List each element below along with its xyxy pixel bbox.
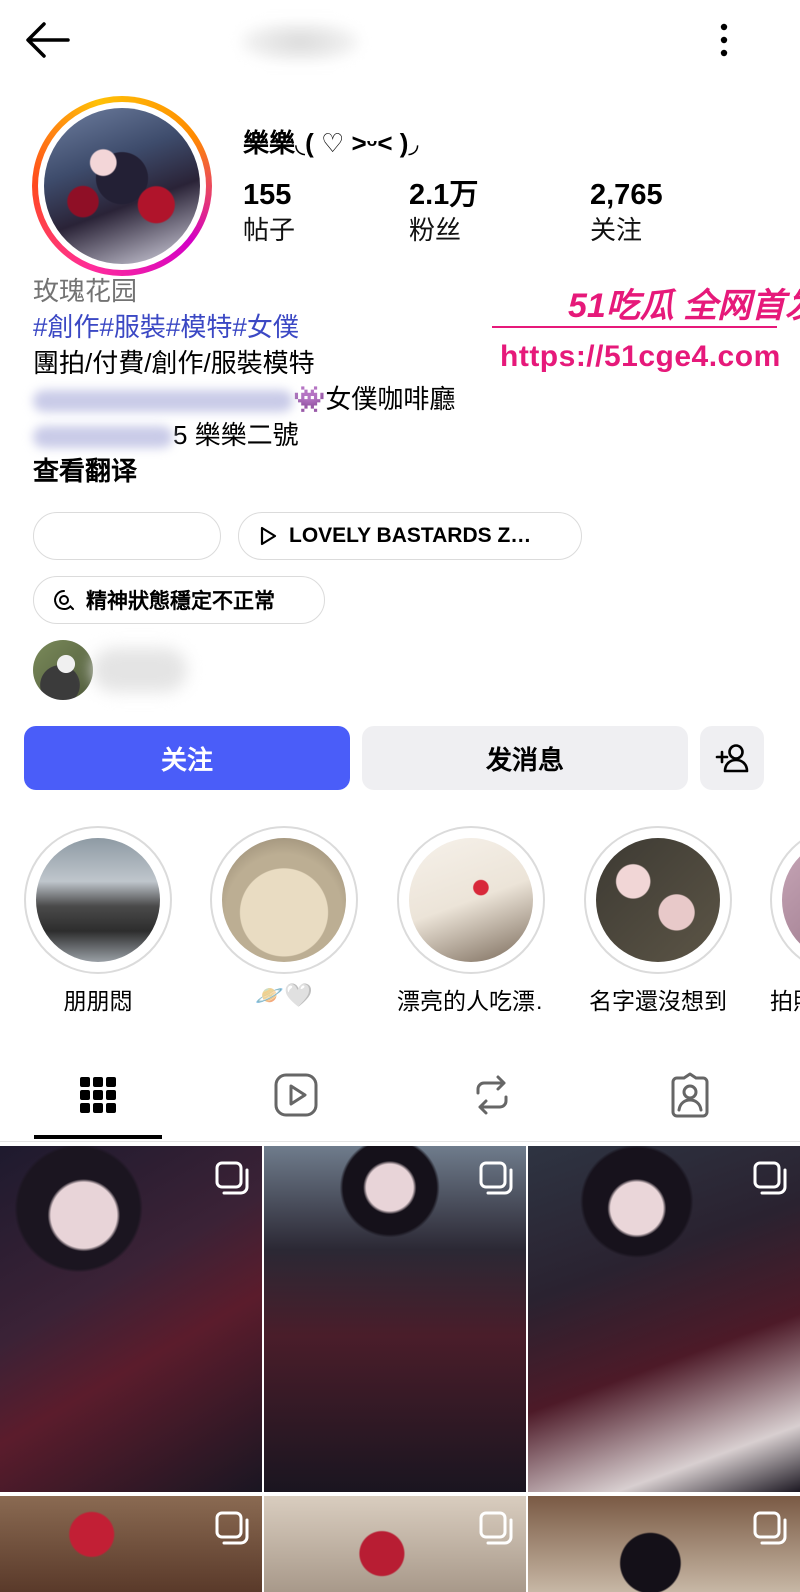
highlight-item[interactable]: 拍照 (770, 826, 800, 1016)
bio-line: 團拍/付費/創作/服裝模特 (33, 348, 315, 378)
bio-line-redacted: 5 樂樂二號 (33, 418, 299, 452)
redacted-text (33, 390, 293, 413)
stat-posts[interactable]: 155 帖子 (243, 178, 295, 248)
stat-posts-label: 帖子 (243, 215, 296, 245)
reels-icon (274, 1073, 318, 1117)
stat-following[interactable]: 2,765 关注 (590, 178, 663, 248)
grid-icon (80, 1077, 116, 1113)
bio-category: 玫瑰花园 (33, 276, 138, 306)
stat-followers-value: 2.1万 (409, 179, 479, 211)
bio-line-suffix: 👾女僕咖啡廳 (293, 384, 456, 414)
multiple-photos-icon (479, 1161, 513, 1195)
see-translation-link[interactable]: 查看翻译 (33, 454, 137, 488)
stat-following-value: 2,765 (590, 179, 663, 211)
highlight-item[interactable]: 名字還沒想到 (584, 826, 732, 1016)
link-chip-redacted[interactable] (33, 512, 221, 560)
post-thumbnail[interactable] (264, 1146, 526, 1492)
suggest-people-button[interactable] (700, 726, 764, 790)
bio-line-redacted: 👾女僕咖啡廳 (33, 382, 455, 416)
display-name: 樂樂◟( ♡ >ᵕ< )◞ (243, 128, 419, 158)
highlight-label: 名字還沒想到 (589, 988, 727, 1014)
post-thumbnail[interactable] (528, 1146, 800, 1492)
highlight-cover (782, 838, 800, 962)
tab-posts-grid[interactable] (34, 1050, 162, 1140)
post-thumbnail[interactable] (0, 1496, 262, 1592)
highlight-label: 拍照 (770, 988, 800, 1014)
watermark-title: 51吃瓜 全网首发 (568, 287, 800, 325)
multiple-photos-icon (753, 1511, 787, 1545)
post-thumbnail[interactable] (528, 1496, 800, 1592)
highlight-item[interactable]: 漂亮的人吃漂… (397, 826, 545, 1016)
multiple-photos-icon (479, 1511, 513, 1545)
watermark-overlay: 51吃瓜 全网首发 https://51cge4.com (492, 278, 800, 378)
post-thumbnail[interactable] (0, 1146, 262, 1492)
avatar (44, 108, 200, 264)
tagged-person-icon (671, 1072, 709, 1118)
highlight-cover (36, 838, 160, 962)
highlight-cover (222, 838, 346, 962)
multiple-photos-icon (215, 1511, 249, 1545)
highlight-item[interactable]: 朋朋悶 (24, 826, 172, 1016)
tab-tagged[interactable] (626, 1050, 754, 1140)
threads-icon (54, 590, 74, 610)
tab-reposts[interactable] (428, 1050, 556, 1140)
post-thumbnail[interactable] (264, 1496, 526, 1592)
highlight-label: 朋朋悶 (63, 988, 133, 1014)
watermark-divider (492, 326, 777, 328)
mutual-follower-avatar[interactable] (33, 640, 93, 700)
highlight-cover (596, 838, 720, 962)
multiple-photos-icon (753, 1161, 787, 1195)
threads-chip-label: 精神狀態穩定不正常 (86, 590, 275, 613)
back-arrow-icon[interactable] (22, 18, 72, 62)
play-icon (260, 526, 277, 546)
highlight-item[interactable]: 🪐🤍 (210, 826, 358, 1009)
top-bar (0, 0, 800, 80)
music-chip[interactable]: LOVELY BASTARDS Z… (238, 512, 582, 560)
highlight-label: 🪐🤍 (255, 982, 313, 1008)
active-tab-indicator (34, 1135, 162, 1139)
add-person-icon (715, 744, 749, 773)
mutual-followers-redacted[interactable] (92, 648, 187, 692)
stat-followers[interactable]: 2.1万 粉丝 (409, 178, 478, 248)
repost-icon (476, 1075, 508, 1115)
username-redacted (240, 22, 360, 62)
bio-hashtags[interactable]: #創作#服裝#模特#女僕 (33, 310, 299, 344)
stat-following-label: 关注 (590, 215, 643, 245)
message-button[interactable]: 发消息 (362, 726, 688, 790)
highlight-label: 漂亮的人吃漂… (397, 988, 545, 1014)
bio-line-suffix: 5 樂樂二號 (173, 420, 299, 450)
tab-reels[interactable] (232, 1050, 360, 1140)
profile-avatar-story-ring[interactable] (32, 96, 212, 276)
watermark-url: https://51cge4.com (500, 340, 781, 373)
profile-tabs (0, 1050, 800, 1142)
follow-button[interactable]: 关注 (24, 726, 350, 790)
redacted-text (33, 426, 173, 449)
more-options-icon[interactable] (712, 18, 736, 62)
stat-followers-label: 粉丝 (409, 215, 462, 245)
threads-chip[interactable]: 精神狀態穩定不正常 (33, 576, 325, 624)
multiple-photos-icon (215, 1161, 249, 1195)
highlight-cover (409, 838, 533, 962)
stat-posts-value: 155 (243, 179, 292, 211)
music-chip-label: LOVELY BASTARDS Z… (289, 524, 532, 547)
